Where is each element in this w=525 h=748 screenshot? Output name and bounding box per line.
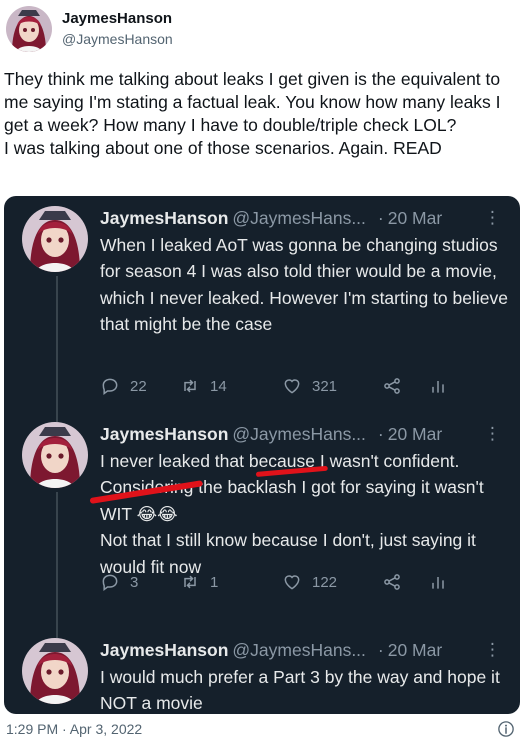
reply-action: 3 [100,572,180,592]
retweet-count: 14 [210,377,227,395]
analytics-action [428,572,448,592]
tweet-date: 20 Mar [387,640,443,660]
retweet-action: 14 [180,376,282,396]
retweet-count: 1 [210,573,219,591]
tweet-handle: @JaymesHans... [232,640,366,660]
author-handle[interactable]: @JaymesHanson [62,29,173,49]
separator: · [377,424,384,444]
embedded-thread-image: JaymesHanson @JaymesHans... · 20 Mar ⋮ When… [4,196,520,714]
retweet-action: 1 [180,572,282,592]
separator: · [377,640,384,660]
reply-action: 22 [100,376,180,396]
like-count: 321 [312,377,338,395]
tweet-display-name: JaymesHanson [100,208,229,228]
reply-icon [102,574,118,591]
retweet-icon [184,575,196,589]
share-action [382,376,428,396]
avatar [22,206,88,272]
share-icon [384,574,400,590]
heart-icon [284,379,300,394]
tweet-actions: 3 1 122 [100,570,480,594]
share-action [382,572,428,592]
tweet-body: When I leaked AoT was gonna be changing … [100,235,513,335]
retweet-icon [184,379,196,393]
share-icon [384,378,400,394]
analytics-action [428,376,448,396]
reply-count: 22 [130,377,147,395]
tweet-handle: @JaymesHans... [232,208,366,228]
tweet-body: I would much prefer a Part 3 by the way … [100,667,505,714]
thread-line [56,492,58,644]
tweet-date: 20 Mar [387,424,443,444]
tweet-actions: 22 14 321 [100,374,480,398]
avatar [22,638,88,704]
separator: · [377,208,384,228]
tweet-display-name: JaymesHanson [100,640,229,660]
heart-icon [284,575,300,590]
tweet-timestamp[interactable]: 1:29 PM · Apr 3, 2022 [6,721,142,737]
tweet-date: 20 Mar [387,208,443,228]
analytics-icon [432,381,444,393]
thread-line [56,276,58,428]
avatar[interactable] [6,6,52,52]
reply-icon [102,378,118,395]
info-icon[interactable] [497,720,515,738]
tweet-header: JaymesHanson @JaymesHanson [6,6,173,52]
author-display-name[interactable]: JaymesHanson [62,9,173,29]
like-action: 122 [282,572,382,592]
more-options-icon: ⋮ [484,424,501,443]
tweet-handle: @JaymesHans... [232,424,366,444]
like-action: 321 [282,376,382,396]
like-count: 122 [312,573,338,591]
tweet-text: They think me talking about leaks I get … [4,69,501,158]
reply-count: 3 [130,573,139,591]
tweet-display-name: JaymesHanson [100,424,229,444]
more-options-icon: ⋮ [484,640,501,659]
more-options-icon: ⋮ [484,208,501,227]
analytics-icon [432,577,444,589]
avatar [22,422,88,488]
